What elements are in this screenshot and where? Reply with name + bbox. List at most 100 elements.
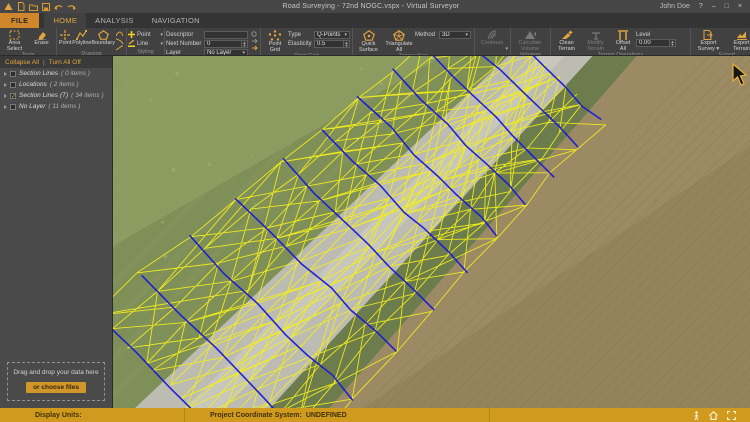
- level-label: Level: [636, 32, 650, 38]
- chevron-down-icon: ▾: [463, 32, 468, 38]
- area-select-button[interactable]: Area Select: [1, 29, 28, 52]
- type-dropdown[interactable]: Q-Points▾: [314, 31, 350, 39]
- dropzone-text: Drag and drop your data here: [11, 369, 101, 376]
- ribbon: Area Select Erase Tools Point Polyline B…: [0, 28, 750, 56]
- triangulate-all-button[interactable]: Triangulate All: [383, 29, 415, 53]
- clean-terrain-button[interactable]: Clean Terrain: [552, 29, 581, 52]
- tab-navigation[interactable]: NAVIGATION: [143, 13, 209, 28]
- expander-icon[interactable]: [4, 94, 7, 98]
- layer-row-no-layer[interactable]: No Layer ( 11 items ): [0, 101, 112, 112]
- level-input[interactable]: 0.00: [636, 39, 670, 47]
- layer-dropdown[interactable]: No Layer▾: [204, 49, 248, 56]
- layer-row-locations[interactable]: Locations ( 2 items ): [0, 79, 112, 90]
- next-number-stepper[interactable]: ▲▼: [242, 40, 248, 48]
- boundary-button[interactable]: Boundary: [91, 29, 115, 47]
- terrain-scene: [113, 56, 750, 408]
- quick-surface-button[interactable]: Quick Surface: [354, 29, 383, 53]
- layer-label: Section Lines (T): [19, 92, 68, 99]
- point-grid-button[interactable]: Point Grid: [262, 29, 288, 53]
- group-structure: Descriptor Next Number 0 ▲▼ Layer No Lay…: [165, 28, 261, 55]
- coordinate-system-section[interactable]: Project Coordinate System: UNDEFINED: [185, 408, 490, 422]
- spline-tool-icon[interactable]: [116, 31, 124, 37]
- method-dropdown[interactable]: 3D▾: [439, 31, 471, 39]
- assign-layer-icon[interactable]: [251, 45, 258, 51]
- arc-tool-icon[interactable]: [116, 38, 124, 44]
- next-number-input[interactable]: 0: [204, 40, 242, 48]
- tab-home[interactable]: HOME: [44, 13, 86, 28]
- title-bar: Road Surveying - 72nd NOGC.vspx - Virtua…: [0, 0, 750, 13]
- restore-button[interactable]: □: [725, 3, 729, 10]
- expander-icon[interactable]: [4, 105, 7, 109]
- export-survey-button[interactable]: Export Survey ▾: [692, 29, 725, 52]
- close-button[interactable]: ×: [738, 3, 742, 10]
- line-style-icon: [128, 40, 135, 49]
- polyline-button[interactable]: Polyline: [72, 29, 91, 47]
- offset-all-button[interactable]: Offset All: [610, 29, 636, 52]
- elasticity-input[interactable]: 0.5: [314, 40, 344, 48]
- expander-icon[interactable]: [4, 83, 7, 87]
- walk-view-icon[interactable]: [693, 411, 700, 420]
- turn-all-off-link[interactable]: Turn All Off: [49, 59, 81, 66]
- point-button[interactable]: Point: [58, 29, 72, 47]
- choose-files-button[interactable]: or choose files: [26, 382, 86, 393]
- display-units-section[interactable]: Display Units:: [0, 408, 185, 422]
- save-icon[interactable]: [42, 3, 50, 11]
- layer-label: Locations: [19, 81, 47, 88]
- collapse-all-link[interactable]: Collapse All: [5, 59, 39, 66]
- group-styling: Point▾ Line▾ Styling: [127, 28, 165, 55]
- layer-label: No Layer: [19, 103, 45, 110]
- group-volumes: Calculate Volume Volumes: [511, 28, 551, 55]
- level-stepper[interactable]: ▲▼: [670, 39, 676, 47]
- layer-row-section-lines-t[interactable]: Section Lines (T) ( 34 items ): [0, 90, 112, 101]
- style-point-dropdown[interactable]: Point▾: [128, 31, 163, 39]
- calculate-volume-button[interactable]: Calculate Volume: [512, 29, 548, 52]
- minimize-button[interactable]: –: [712, 3, 716, 10]
- layer-checkbox[interactable]: [10, 71, 16, 77]
- elasticity-stepper[interactable]: ▲▼: [344, 40, 350, 48]
- layer-count: ( 34 items ): [71, 92, 104, 99]
- style-line-dropdown[interactable]: Line▾: [128, 40, 163, 48]
- coordinate-system-value: UNDEFINED: [306, 412, 347, 419]
- tab-analysis[interactable]: ANALYSIS: [86, 13, 143, 28]
- file-dropzone[interactable]: Drag and drop your data here or choose f…: [7, 362, 105, 401]
- group-label-point-grid: Point Grid: [262, 53, 351, 55]
- ribbon-tabs: FILE HOME ANALYSIS NAVIGATION: [0, 13, 750, 28]
- group-contours: Contours ▾: [475, 28, 511, 55]
- contours-button[interactable]: Contours ▾: [476, 29, 508, 52]
- layer-row-section-lines[interactable]: Section Lines ( 0 items ): [0, 68, 112, 79]
- group-point-grid: Point Grid Type Q-Points▾ Elasticity 0.5…: [261, 28, 353, 55]
- layer-count: ( 11 items ): [48, 103, 80, 110]
- layer-checkbox[interactable]: [10, 104, 16, 110]
- expander-icon[interactable]: [4, 72, 7, 76]
- chevron-down-icon: ▾: [158, 41, 163, 47]
- tab-file[interactable]: FILE: [0, 13, 39, 28]
- layer-count: ( 0 items ): [61, 70, 90, 77]
- layer-count: ( 2 items ): [50, 81, 79, 88]
- new-file-icon[interactable]: [17, 2, 25, 11]
- structure-option-icon[interactable]: [251, 31, 258, 37]
- help-button[interactable]: ?: [699, 3, 703, 10]
- group-drawing: Point Polyline Boundary Drawing: [57, 28, 127, 55]
- redo-icon[interactable]: [67, 3, 76, 11]
- 3d-viewport[interactable]: [113, 56, 750, 408]
- method-label: Method: [415, 32, 439, 38]
- layer-checkbox[interactable]: [10, 82, 16, 88]
- home-view-icon[interactable]: [709, 411, 718, 420]
- window-title: Road Surveying - 72nd NOGC.vspx - Virtua…: [82, 3, 660, 10]
- elasticity-label: Elasticity: [288, 41, 314, 47]
- export-terrain-button[interactable]: Export Terrain: [725, 29, 750, 52]
- group-export: Export Survey ▾ Export Terrain Export: [691, 28, 750, 55]
- renumber-icon[interactable]: [251, 38, 258, 44]
- group-label-tools: Tools: [1, 52, 55, 55]
- chevron-down-icon: ▾: [342, 32, 347, 38]
- undo-icon[interactable]: [54, 3, 63, 11]
- user-name[interactable]: John Doe: [660, 3, 690, 10]
- layer-checkbox[interactable]: [10, 93, 16, 99]
- erase-button[interactable]: Erase: [28, 29, 55, 47]
- app-logo-icon: [4, 2, 13, 11]
- fullscreen-icon[interactable]: [727, 411, 736, 420]
- descriptor-input[interactable]: [204, 31, 248, 39]
- modify-terrain-button[interactable]: Modify Terrain: [581, 29, 610, 52]
- type-label: Type: [288, 32, 314, 38]
- open-folder-icon[interactable]: [29, 3, 38, 11]
